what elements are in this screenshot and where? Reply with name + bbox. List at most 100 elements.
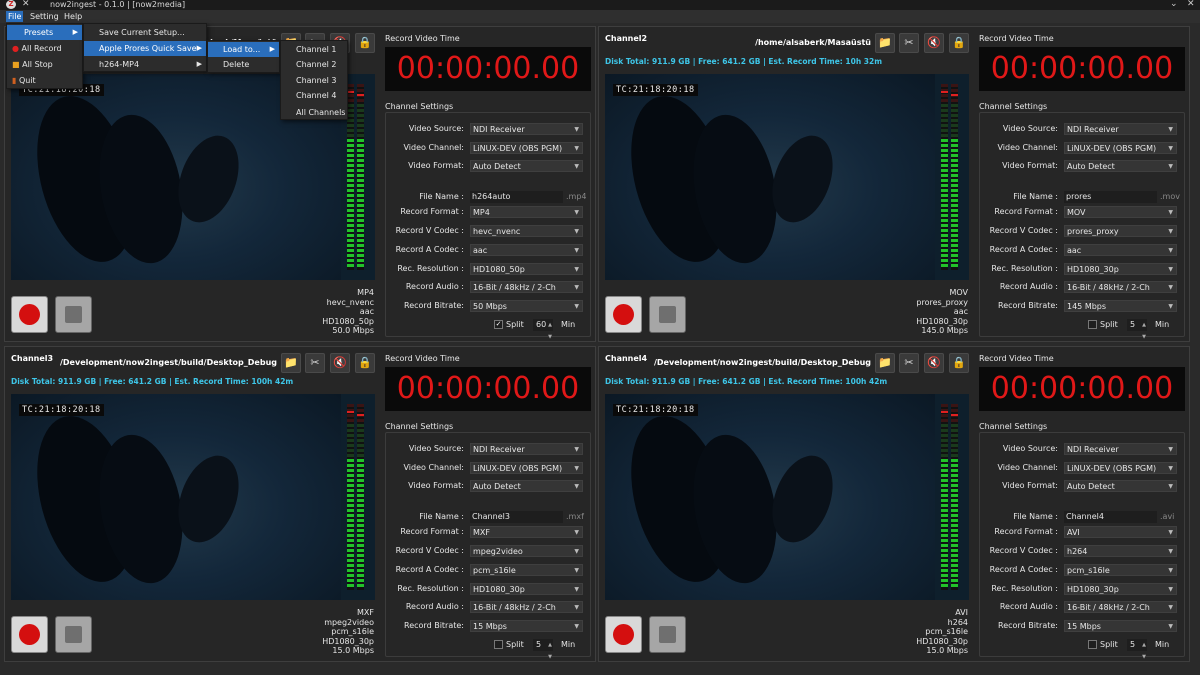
split-checkbox[interactable]: ✓ — [494, 320, 503, 329]
record-audio-select[interactable]: 16-Bit / 48kHz / 2-Ch ▼ — [470, 601, 583, 613]
file-name-input[interactable]: Channel3 — [470, 511, 563, 523]
video-channel-select[interactable]: LiNUX-DEV (OBS PGM) ▼ — [1064, 462, 1177, 474]
meter-segment — [357, 554, 364, 557]
meter-segment — [357, 534, 364, 537]
file-name-input[interactable]: Channel4 — [1064, 511, 1157, 523]
file-name-input[interactable]: h264auto — [470, 191, 563, 203]
bitrate-value: 15 Mbps — [1067, 622, 1101, 631]
meter-segment — [347, 404, 354, 407]
record-audio-select[interactable]: 16-Bit / 48kHz / 2-Ch ▼ — [1064, 281, 1177, 293]
a-codec-select[interactable]: aac ▼ — [470, 244, 583, 256]
minimize-chevron-icon[interactable]: ⌄ — [1170, 0, 1178, 9]
stop-button[interactable] — [649, 616, 686, 653]
split-minutes-spinbox[interactable]: 5 ▲ ▼ — [533, 639, 553, 660]
chevron-down-icon: ▼ — [1168, 567, 1173, 574]
video-format-select[interactable]: Auto Detect ▼ — [470, 160, 583, 172]
split-minutes-spinbox[interactable]: 5 ▲ ▼ — [1127, 319, 1147, 340]
video-channel-select[interactable]: LiNUX-DEV (OBS PGM) ▼ — [470, 462, 583, 474]
record-button[interactable] — [605, 616, 642, 653]
record-button[interactable] — [605, 296, 642, 333]
lock-button[interactable]: 🔒 — [355, 353, 375, 373]
a-codec-select[interactable]: pcm_s16le ▼ — [1064, 564, 1177, 576]
video-format-select[interactable]: Auto Detect ▼ — [470, 480, 583, 492]
bitrate-select[interactable]: 15 Mbps ▼ — [1064, 620, 1177, 632]
record-button[interactable] — [11, 616, 48, 653]
video-source-select[interactable]: NDI Receiver ▼ — [1064, 443, 1177, 455]
menu-item-channel-3[interactable]: Channel 3 — [281, 73, 347, 88]
video-source-select[interactable]: NDI Receiver ▼ — [470, 443, 583, 455]
stop-button[interactable] — [649, 296, 686, 333]
meter-segment — [951, 184, 958, 187]
mute-button[interactable]: 🔇 — [924, 353, 944, 373]
record-info: AVI h264 pcm_s16le HD1080_30p 15.0 Mbps — [916, 608, 968, 656]
resolution-select[interactable]: HD1080_30p ▼ — [1064, 583, 1177, 595]
record-format-select[interactable]: MXF ▼ — [470, 526, 583, 538]
mute-button[interactable]: 🔇 — [330, 353, 350, 373]
folder-button[interactable]: 📁 — [875, 353, 895, 373]
menu-item-h264-mp4[interactable]: h264-MP4 ▶ — [84, 57, 206, 72]
a-codec-select[interactable]: aac ▼ — [1064, 244, 1177, 256]
meter-segment — [347, 479, 354, 482]
video-format-select[interactable]: Auto Detect ▼ — [1064, 160, 1177, 172]
record-format-select[interactable]: MOV ▼ — [1064, 206, 1177, 218]
v-codec-select[interactable]: mpeg2video ▼ — [470, 545, 583, 557]
split-minutes-spinbox[interactable]: 60 ▲ ▼ — [533, 319, 553, 340]
cut-button[interactable]: ✂ — [899, 33, 919, 53]
record-audio-select[interactable]: 16-Bit / 48kHz / 2-Ch ▼ — [1064, 601, 1177, 613]
stop-button[interactable] — [55, 616, 92, 653]
cut-button[interactable]: ✂ — [305, 353, 325, 373]
v-codec-select[interactable]: h264 ▼ — [1064, 545, 1177, 557]
video-source-select[interactable]: NDI Receiver ▼ — [470, 123, 583, 135]
meter-segment — [347, 219, 354, 222]
menu-item-quit[interactable]: ▮ Quit — [7, 73, 82, 88]
video-source-select[interactable]: NDI Receiver ▼ — [1064, 123, 1177, 135]
window-menu-icon[interactable]: ✕ — [22, 0, 30, 9]
menu-item-delete[interactable]: Delete — [208, 57, 279, 72]
meter-segment — [347, 134, 354, 137]
lock-button[interactable]: 🔒 — [355, 33, 375, 53]
resolution-select[interactable]: HD1080_30p ▼ — [1064, 263, 1177, 275]
menu-item-channel-4[interactable]: Channel 4 — [281, 88, 347, 103]
menu-item-save-current[interactable]: Save Current Setup... — [84, 25, 206, 40]
split-checkbox[interactable] — [1088, 640, 1097, 649]
bitrate-select[interactable]: 145 Mbps ▼ — [1064, 300, 1177, 312]
menu-item-channel-2[interactable]: Channel 2 — [281, 57, 347, 72]
menu-item-presets[interactable]: Presets ▶ — [7, 25, 82, 40]
menu-setting[interactable]: Setting — [28, 11, 61, 22]
menu-item-all-record[interactable]: ● All Record — [7, 41, 82, 56]
close-icon[interactable]: ✕ — [1187, 0, 1195, 9]
record-audio-select[interactable]: 16-Bit / 48kHz / 2-Ch ▼ — [470, 281, 583, 293]
mute-button[interactable]: 🔇 — [924, 33, 944, 53]
split-checkbox[interactable] — [494, 640, 503, 649]
folder-button[interactable]: 📁 — [281, 353, 301, 373]
menu-item-apple-prores[interactable]: Apple Prores Quick Save ▶ — [84, 41, 206, 56]
menu-item-load-to[interactable]: Load to... ▶ — [208, 42, 279, 57]
menu-item-all-stop[interactable]: ■ All Stop — [7, 57, 82, 72]
bitrate-select[interactable]: 15 Mbps ▼ — [470, 620, 583, 632]
folder-button[interactable]: 📁 — [875, 33, 895, 53]
record-button[interactable] — [11, 296, 48, 333]
meter-segment — [357, 459, 364, 462]
file-name-input[interactable]: prores — [1064, 191, 1157, 203]
resolution-select[interactable]: HD1080_50p ▼ — [470, 263, 583, 275]
bitrate-select[interactable]: 50 Mbps ▼ — [470, 300, 583, 312]
record-format-select[interactable]: MP4 ▼ — [470, 206, 583, 218]
video-format-select[interactable]: Auto Detect ▼ — [1064, 480, 1177, 492]
cut-button[interactable]: ✂ — [899, 353, 919, 373]
video-channel-select[interactable]: LiNUX-DEV (OBS PGM) ▼ — [470, 142, 583, 154]
menu-item-channel-1[interactable]: Channel 1 — [281, 42, 347, 57]
a-codec-select[interactable]: pcm_s16le ▼ — [470, 564, 583, 576]
v-codec-select[interactable]: hevc_nvenc ▼ — [470, 225, 583, 237]
lock-button[interactable]: 🔒 — [949, 33, 969, 53]
split-minutes-spinbox[interactable]: 5 ▲ ▼ — [1127, 639, 1147, 660]
resolution-select[interactable]: HD1080_30p ▼ — [470, 583, 583, 595]
menu-file[interactable]: File — [6, 11, 24, 22]
lock-button[interactable]: 🔒 — [949, 353, 969, 373]
stop-button[interactable] — [55, 296, 92, 333]
record-format-select[interactable]: AVI ▼ — [1064, 526, 1177, 538]
menu-item-all-channels[interactable]: All Channels — [281, 105, 347, 120]
split-checkbox[interactable] — [1088, 320, 1097, 329]
v-codec-select[interactable]: prores_proxy ▼ — [1064, 225, 1177, 237]
menu-help[interactable]: Help — [62, 11, 84, 22]
video-channel-select[interactable]: LiNUX-DEV (OBS PGM) ▼ — [1064, 142, 1177, 154]
